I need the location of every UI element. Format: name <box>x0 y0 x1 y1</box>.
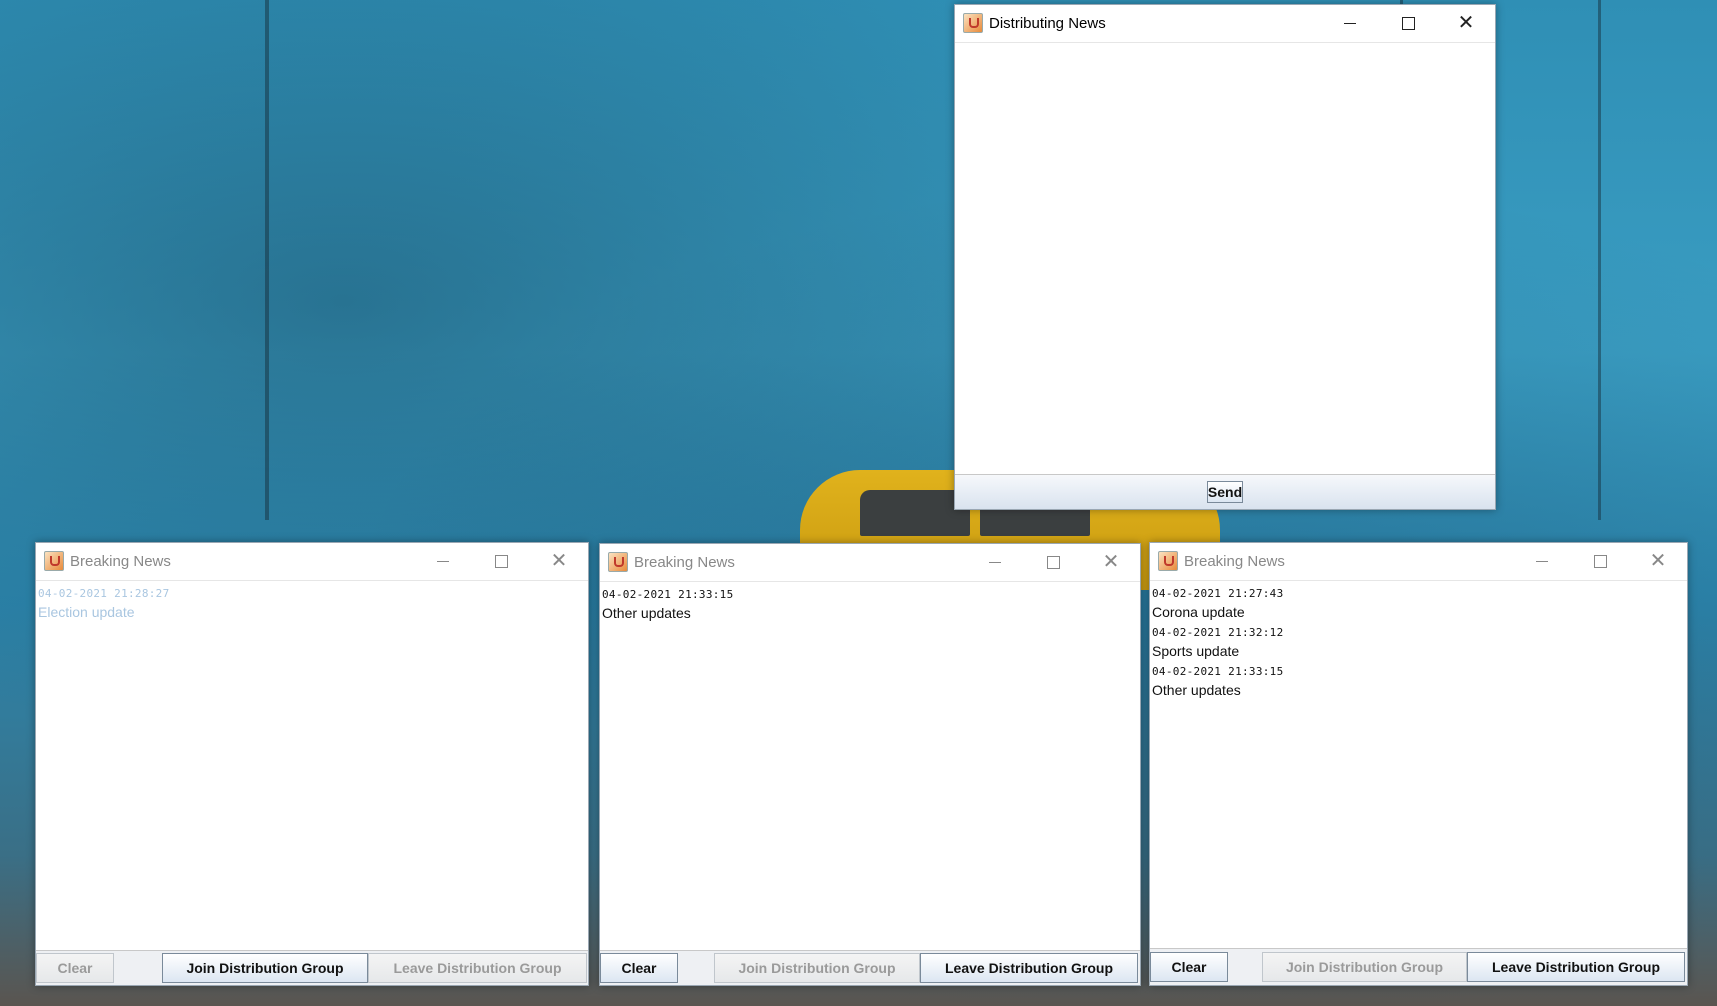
minimize-button[interactable] <box>414 543 472 579</box>
breaking-news-window-3: Breaking News ✕ 04-02-2021 21:27:43 Coro… <box>1149 542 1688 986</box>
maximize-icon <box>1593 554 1607 568</box>
java-coffee-icon <box>1158 551 1178 571</box>
close-icon: ✕ <box>550 550 568 572</box>
send-bar: Send <box>955 475 1495 509</box>
message-text: Sports update <box>1152 643 1240 659</box>
maximize-button[interactable] <box>472 543 530 579</box>
close-button[interactable]: ✕ <box>1629 543 1687 579</box>
window-title: Breaking News <box>1184 552 1285 570</box>
maximize-icon <box>494 554 508 568</box>
news-list[interactable]: 04-02-2021 21:33:15 Other updates <box>600 581 1140 951</box>
breaking-news-window-2: Breaking News ✕ 04-02-2021 21:33:15 Othe… <box>599 543 1141 986</box>
breaking-news-window-1: Breaking News ✕ 04-02-2021 21:28:27 Elec… <box>35 542 589 986</box>
clear-button[interactable]: Clear <box>1150 952 1228 982</box>
message-timestamp: 04-02-2021 21:28:27 <box>38 587 170 600</box>
minimize-icon <box>1344 22 1356 24</box>
message-timestamp: 04-02-2021 21:32:12 <box>1152 626 1284 639</box>
join-distribution-group-button[interactable]: Join Distribution Group <box>714 953 920 983</box>
maximize-button[interactable] <box>1571 543 1629 579</box>
close-button[interactable]: ✕ <box>1082 544 1140 580</box>
button-bar: Clear Join Distribution Group Leave Dist… <box>1150 949 1687 985</box>
message-text: Other updates <box>1152 682 1241 698</box>
close-icon: ✕ <box>1102 551 1120 573</box>
maximize-icon <box>1401 16 1415 30</box>
message-text: Corona update <box>1152 604 1245 620</box>
button-bar: Clear Join Distribution Group Leave Dist… <box>36 951 588 985</box>
leave-distribution-group-button[interactable]: Leave Distribution Group <box>1467 952 1685 982</box>
close-icon: ✕ <box>1649 550 1667 572</box>
message-timestamp: 04-02-2021 21:33:15 <box>602 588 734 601</box>
news-list[interactable]: 04-02-2021 21:27:43 Corona update 04-02-… <box>1150 580 1687 949</box>
send-button[interactable]: Send <box>1207 481 1243 503</box>
titlebar[interactable]: Breaking News ✕ <box>1150 543 1687 579</box>
java-coffee-icon <box>44 551 64 571</box>
java-coffee-icon <box>608 552 628 572</box>
java-coffee-icon <box>963 13 983 33</box>
clear-button[interactable]: Clear <box>600 953 678 983</box>
message-text: Election update <box>38 604 135 620</box>
window-title: Breaking News <box>70 552 171 570</box>
news-input-area[interactable] <box>955 42 1495 475</box>
titlebar[interactable]: Breaking News ✕ <box>36 543 588 579</box>
join-distribution-group-button[interactable]: Join Distribution Group <box>162 953 368 983</box>
minimize-button[interactable] <box>1321 5 1379 41</box>
maximize-button[interactable] <box>1379 5 1437 41</box>
button-bar: Clear Join Distribution Group Leave Dist… <box>600 951 1140 985</box>
titlebar[interactable]: Distributing News ✕ <box>955 5 1495 41</box>
join-distribution-group-button[interactable]: Join Distribution Group <box>1262 952 1467 982</box>
minimize-button[interactable] <box>966 544 1024 580</box>
distributing-news-window: Distributing News ✕ Send <box>954 4 1496 510</box>
close-icon: ✕ <box>1457 12 1475 34</box>
titlebar[interactable]: Breaking News ✕ <box>600 544 1140 580</box>
window-title: Breaking News <box>634 553 735 571</box>
news-list[interactable]: 04-02-2021 21:28:27 Election update <box>36 580 588 951</box>
close-button[interactable]: ✕ <box>530 543 588 579</box>
leave-distribution-group-button[interactable]: Leave Distribution Group <box>920 953 1138 983</box>
window-title: Distributing News <box>989 14 1106 32</box>
message-timestamp: 04-02-2021 21:33:15 <box>1152 665 1284 678</box>
leave-distribution-group-button[interactable]: Leave Distribution Group <box>368 953 587 983</box>
clear-button[interactable]: Clear <box>36 953 114 983</box>
minimize-button[interactable] <box>1513 543 1571 579</box>
maximize-button[interactable] <box>1024 544 1082 580</box>
minimize-icon <box>437 560 449 562</box>
minimize-icon <box>989 561 1001 563</box>
message-timestamp: 04-02-2021 21:27:43 <box>1152 587 1284 600</box>
maximize-icon <box>1046 555 1060 569</box>
minimize-icon <box>1536 560 1548 562</box>
message-text: Other updates <box>602 605 691 621</box>
close-button[interactable]: ✕ <box>1437 5 1495 41</box>
